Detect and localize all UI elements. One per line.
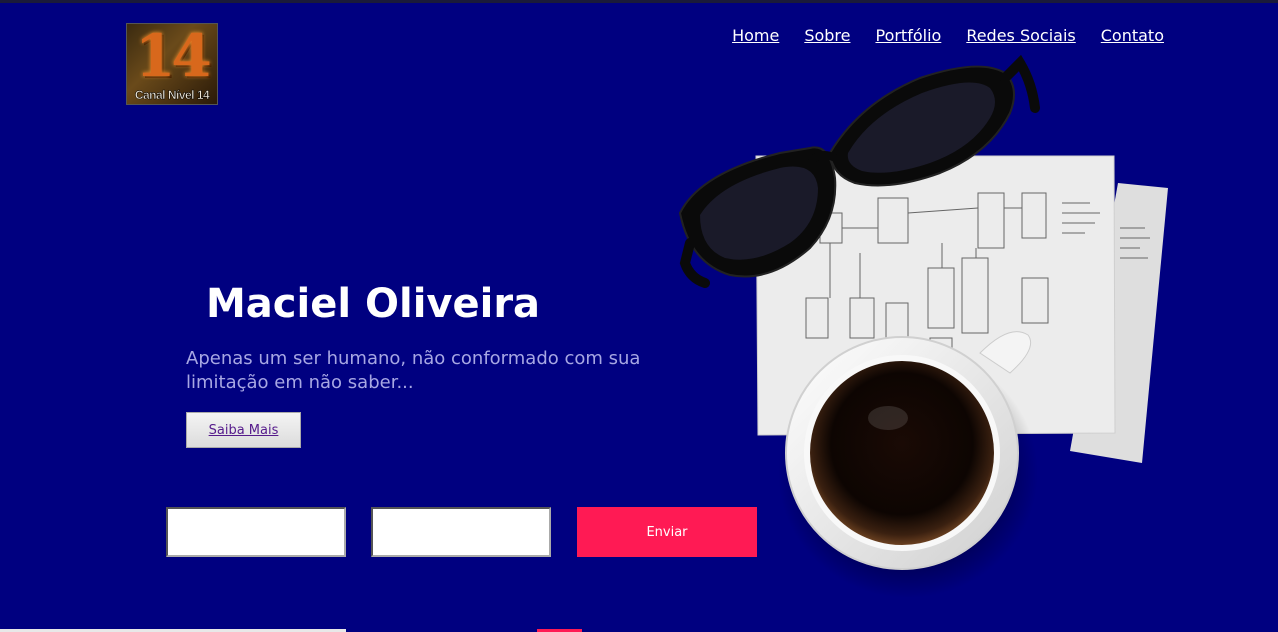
form-field-2[interactable]: [371, 507, 551, 557]
form-field-1[interactable]: [166, 507, 346, 557]
logo-number: 14: [135, 23, 212, 90]
saiba-mais-button[interactable]: Saiba Mais: [186, 412, 301, 448]
hero-tagline: Apenas um ser humano, não conformado com…: [186, 348, 641, 393]
logo-caption: Canal Nível 14: [134, 88, 210, 103]
site-logo[interactable]: 14 Canal Nível 14: [126, 23, 218, 105]
hero-title: Maciel Oliveira: [206, 281, 541, 327]
hero-illustration: [678, 54, 1168, 598]
